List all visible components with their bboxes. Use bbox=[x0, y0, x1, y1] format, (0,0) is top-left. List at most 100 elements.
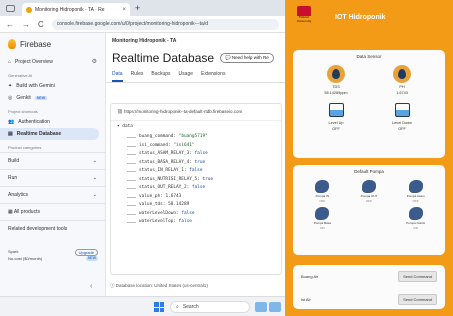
pump-status: OFF bbox=[412, 199, 419, 203]
pump-status: ON bbox=[320, 226, 325, 230]
pump-item[interactable]: Pompa OUT OFF bbox=[346, 180, 393, 203]
tree-node[interactable]: waterLevelTop: false bbox=[117, 218, 275, 227]
tree-node[interactable]: waterLevelDown: false bbox=[117, 210, 275, 219]
data-viewer: ⛓ https://monitoring-hidroponik--ta-defa… bbox=[110, 103, 282, 275]
related-tools-link[interactable]: Related development tools bbox=[0, 220, 105, 237]
sidebar-group-analytics[interactable]: Analytics ⌄ bbox=[0, 186, 105, 203]
node-key: value_tds: bbox=[139, 202, 166, 207]
tree-node[interactable]: isi_command: "isi641" bbox=[117, 142, 275, 151]
taskbar-app-icon[interactable] bbox=[269, 302, 281, 312]
sidebar-item-authentication[interactable]: 👥 Authentication bbox=[0, 116, 105, 128]
taskbar-app-icon[interactable] bbox=[255, 302, 267, 312]
pump-icon bbox=[315, 207, 330, 220]
command-label: Buang Air bbox=[301, 274, 319, 279]
sensor-value: 1.6743 bbox=[396, 91, 408, 95]
tree-node[interactable]: buang_command: "buang5719" bbox=[117, 133, 275, 142]
node-key: status_ASAM_RELAY_3: bbox=[139, 151, 192, 156]
pump-icon bbox=[408, 207, 423, 220]
sidebar-item-build-with-gemini[interactable]: ✦ Build with Gemini bbox=[0, 80, 105, 92]
new-tab-button[interactable]: + bbox=[135, 3, 140, 13]
tab-backups[interactable]: Backups bbox=[151, 71, 170, 82]
drop-shape bbox=[398, 69, 406, 79]
tab-extensions[interactable]: Extensions bbox=[201, 71, 225, 82]
sensor-item: Level Down OFF bbox=[369, 101, 435, 131]
node-value: 58.14289 bbox=[168, 202, 190, 207]
users-icon: 👥 bbox=[8, 119, 15, 125]
tab-data[interactable]: Data bbox=[112, 71, 123, 82]
sidebar-group-run[interactable]: Run ⌄ bbox=[0, 169, 105, 186]
water-tank-icon bbox=[327, 101, 345, 119]
collapse-sidebar-icon[interactable]: ‹ bbox=[90, 283, 92, 290]
tree-node[interactable]: status_OUT_RELAY_2: false bbox=[117, 184, 275, 193]
new-badge: NEW bbox=[34, 96, 47, 100]
browser-tab-bar: Monitoring Hidroponik - TA · Re × + bbox=[0, 0, 285, 16]
authentication-label: Authentication bbox=[18, 119, 50, 125]
windows-start-icon[interactable] bbox=[154, 302, 164, 312]
pump-item[interactable]: Pompa Nutrisi ON bbox=[392, 207, 439, 230]
sidebar-item-all-products[interactable]: ▦ All products bbox=[0, 203, 105, 220]
gear-icon[interactable]: ⚙ bbox=[92, 58, 97, 65]
realtime-database-label: Realtime Database bbox=[16, 131, 62, 137]
tab-list-icon[interactable] bbox=[6, 5, 15, 12]
upgrade-button[interactable]: Upgrade bbox=[74, 249, 98, 256]
home-icon: ⌂ bbox=[8, 58, 12, 65]
help-button-label: Need help with Re bbox=[231, 55, 269, 60]
taskbar-search[interactable]: ⌕ Search bbox=[170, 301, 250, 313]
close-tab-icon[interactable]: × bbox=[122, 7, 126, 13]
tree-root[interactable]: ▾ data bbox=[117, 124, 275, 129]
url-text: console.firebase.google.com/u/0/project/… bbox=[56, 21, 208, 27]
reload-button[interactable]: C bbox=[38, 20, 44, 29]
tree-node[interactable]: value_tds: 58.14289 bbox=[117, 201, 275, 210]
back-button[interactable]: ← bbox=[6, 20, 14, 29]
pump-item bbox=[346, 207, 393, 230]
pump-label: Pompa IN bbox=[315, 194, 329, 198]
database-url-text: https://monitoring-hidroponik--ta-defaul… bbox=[123, 109, 243, 114]
telkom-university-logo: Telkom University bbox=[293, 6, 315, 28]
tab-rules[interactable]: Rules bbox=[131, 71, 144, 82]
taskbar-search-label: Search bbox=[182, 304, 199, 310]
tree-node[interactable]: value_ph: 1.6743 bbox=[117, 193, 275, 202]
new-badge: NEW bbox=[85, 256, 98, 261]
pump-item[interactable]: Pompa IN OFF bbox=[299, 180, 346, 203]
address-bar[interactable]: console.firebase.google.com/u/0/project/… bbox=[51, 18, 279, 30]
tab-title: Monitoring Hidroponik - TA · Re bbox=[35, 6, 105, 13]
send-command-button[interactable]: Send Command bbox=[398, 294, 437, 305]
chevron-down-icon: ⌄ bbox=[92, 192, 97, 198]
sensor-card: Data Sensor TDS 58.14289ppm PH 1.6743 Level … bbox=[293, 50, 445, 158]
pump-icon bbox=[361, 180, 376, 193]
database-icon: ▤ bbox=[8, 131, 13, 137]
link-icon: ⛓ bbox=[117, 109, 124, 114]
firebase-favicon-icon bbox=[26, 6, 32, 13]
browser-tab[interactable]: Monitoring Hidroponik - TA · Re × bbox=[22, 3, 130, 16]
database-url[interactable]: ⛓ https://monitoring-hidroponik--ta-defa… bbox=[111, 104, 281, 121]
pump-card-title: Default Pompa bbox=[354, 169, 384, 174]
sparkle-icon: ✦ bbox=[8, 83, 13, 89]
tree-node[interactable]: status_ASAM_RELAY_3: false bbox=[117, 150, 275, 159]
tab-usage[interactable]: Usage bbox=[179, 71, 193, 82]
tree-node[interactable]: status_NUTRISI_RELAY_5: true bbox=[117, 176, 275, 185]
caption-shortcuts: Project shortcuts bbox=[8, 109, 38, 114]
forward-button[interactable]: → bbox=[22, 20, 30, 29]
command-row: Buang Air Send Command bbox=[293, 265, 445, 288]
send-command-button[interactable]: Send Command bbox=[398, 271, 437, 282]
os-taskbar: ⌕ Search bbox=[0, 296, 285, 316]
project-overview-link[interactable]: ⌂ Project Overview ⚙ bbox=[0, 55, 105, 68]
plan-box: Spark Upgrade No-cost ($0/month) NEW bbox=[4, 245, 102, 265]
sidebar-item-realtime-database[interactable]: ▤ Realtime Database bbox=[0, 128, 99, 140]
app-title: IOT Hidroponik bbox=[335, 13, 386, 21]
tree-node[interactable]: status_IN_RELAY_1: false bbox=[117, 167, 275, 176]
brand-name: Firebase bbox=[20, 39, 52, 49]
pump-item[interactable]: Pompa Asam OFF bbox=[392, 180, 439, 203]
firebase-logo[interactable]: Firebase bbox=[0, 33, 105, 55]
plan-name: Spark bbox=[8, 249, 19, 254]
build-with-gemini-label: Build with Gemini bbox=[16, 83, 55, 89]
pump-item[interactable]: Pompa Basa ON bbox=[299, 207, 346, 230]
help-button[interactable]: 💬 Need help with Re bbox=[220, 53, 274, 63]
sidebar-item-genkit[interactable]: ◎ Genkit NEW bbox=[0, 92, 105, 104]
tree-children: buang_command: "buang5719" isi_command: "… bbox=[117, 133, 275, 227]
search-icon: ⌕ bbox=[176, 304, 179, 310]
tree-node[interactable]: status_BASA_RELAY_4: true bbox=[117, 159, 275, 168]
project-breadcrumb[interactable]: Monitoring Hidroponik - TA bbox=[106, 33, 285, 49]
sidebar-group-build[interactable]: Build ⌄ bbox=[0, 152, 105, 169]
node-key: isi_command: bbox=[139, 142, 171, 148]
